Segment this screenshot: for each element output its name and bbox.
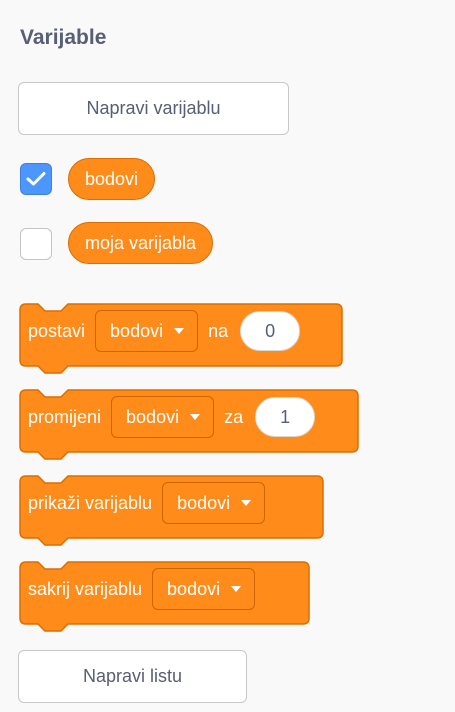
variable-dropdown[interactable]: bodovi — [162, 482, 266, 524]
variable-checkbox-moja-varijabla[interactable] — [20, 228, 52, 260]
block-label: promijeni — [28, 406, 102, 427]
value-input[interactable]: 1 — [255, 397, 316, 437]
variable-reporter-moja-varijabla[interactable]: moja varijabla — [68, 222, 214, 264]
dropdown-value: bodovi — [126, 406, 180, 427]
block-row: postavi bodovi na 0 — [18, 306, 301, 356]
caret-down-icon — [190, 414, 201, 420]
caret-down-icon — [174, 328, 185, 334]
variable-name: moja varijabla — [85, 232, 197, 253]
block-row: sakrij varijablu bodovi — [18, 564, 265, 614]
make-list-button[interactable]: Napravi listu — [18, 650, 247, 703]
block-connector: na — [208, 320, 229, 341]
dropdown-value: bodovi — [167, 578, 221, 599]
block-connector: za — [224, 406, 244, 427]
block-label: postavi — [28, 320, 86, 341]
variable-dropdown[interactable]: bodovi — [152, 568, 256, 610]
variable-checkbox-bodovi[interactable] — [20, 163, 52, 195]
caret-down-icon — [241, 500, 252, 506]
make-variable-button[interactable]: Napravi varijablu — [18, 82, 289, 135]
variable-dropdown[interactable]: bodovi — [95, 310, 199, 352]
caret-down-icon — [231, 586, 242, 592]
block-label: sakrij varijablu — [28, 578, 143, 599]
variable-reporter-bodovi[interactable]: bodovi — [68, 158, 156, 200]
block-row: promijeni bodovi za 1 — [18, 392, 316, 442]
variable-name: bodovi — [85, 168, 139, 189]
checkmark-icon — [26, 172, 46, 186]
variable-dropdown[interactable]: bodovi — [111, 396, 215, 438]
block-label: prikaži varijablu — [28, 492, 153, 513]
value-input[interactable]: 0 — [240, 311, 301, 351]
category-title: Varijable — [20, 26, 107, 49]
dropdown-value: bodovi — [177, 492, 231, 513]
block-row: prikaži varijablu bodovi — [18, 478, 275, 528]
dropdown-value: bodovi — [110, 320, 164, 341]
